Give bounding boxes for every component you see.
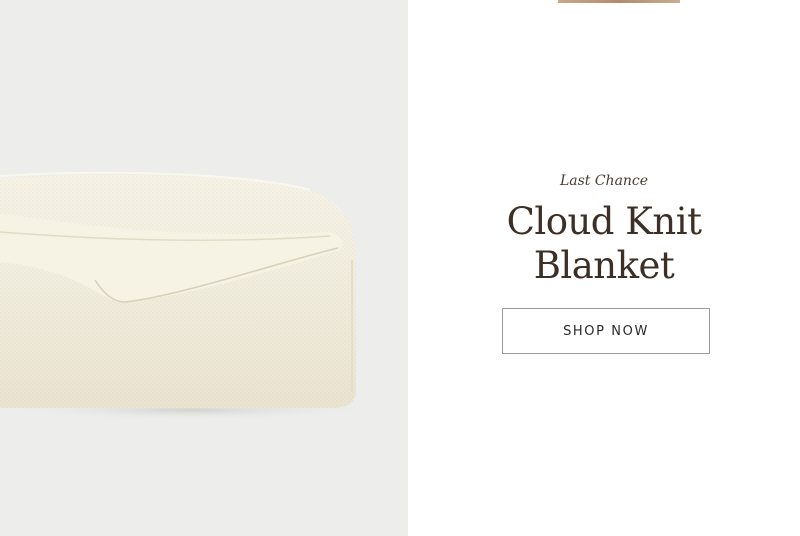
- product-title: Cloud Knit Blanket: [408, 200, 800, 288]
- product-title-line-2: Blanket: [533, 244, 675, 287]
- product-title-line-1: Cloud Knit: [506, 200, 702, 243]
- shop-now-button[interactable]: SHOP NOW: [502, 308, 710, 354]
- hero-banner: Last Chance Cloud Knit Blanket SHOP NOW: [0, 0, 800, 536]
- product-photo[interactable]: [0, 0, 408, 536]
- promo-panel: Last Chance Cloud Knit Blanket SHOP NOW: [408, 0, 800, 536]
- adjacent-image-edge: [558, 0, 680, 3]
- promo-eyebrow: Last Chance: [559, 173, 649, 189]
- blanket-illustration: [0, 171, 380, 420]
